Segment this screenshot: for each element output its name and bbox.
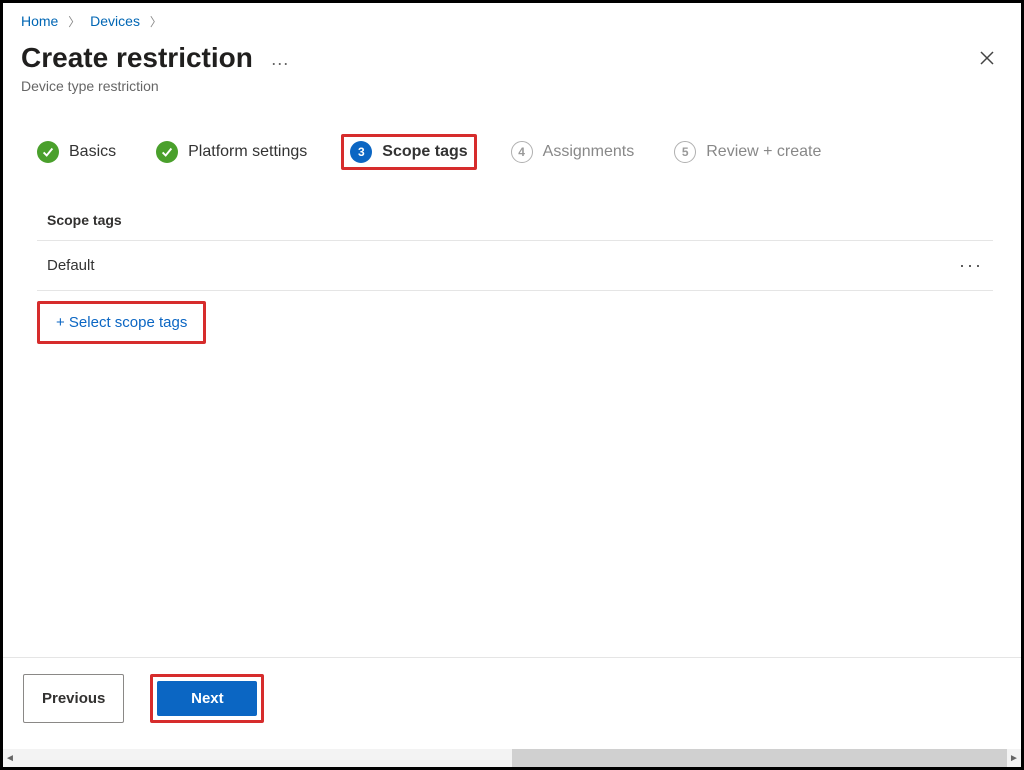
scroll-left-arrow-icon[interactable]: ◄ (3, 749, 17, 767)
scrollbar-thumb[interactable] (512, 749, 1007, 767)
step-label: Review + create (706, 143, 821, 161)
scope-tag-name: Default (47, 257, 95, 274)
step-number-icon: 4 (511, 141, 533, 163)
step-platform-settings[interactable]: Platform settings (150, 137, 313, 167)
check-icon (37, 141, 59, 163)
chevron-right-icon: 〉 (150, 15, 162, 29)
step-label: Platform settings (188, 143, 307, 161)
horizontal-scrollbar[interactable]: ◄ ► (3, 749, 1021, 767)
breadcrumb-devices[interactable]: Devices (90, 13, 140, 29)
wizard-stepper: Basics Platform settings 3 Scope tags 4 … (3, 94, 1021, 188)
next-button[interactable]: Next (157, 681, 257, 716)
step-scope-tags[interactable]: 3 Scope tags (341, 134, 476, 170)
scope-tag-row-default: Default ··· (37, 241, 993, 291)
page-title: Create restriction (21, 42, 253, 74)
step-basics[interactable]: Basics (31, 137, 122, 167)
close-icon[interactable] (971, 42, 1003, 78)
chevron-right-icon: 〉 (68, 15, 80, 29)
step-review-create[interactable]: 5 Review + create (668, 137, 827, 167)
step-label: Scope tags (382, 143, 467, 161)
select-scope-tags-link[interactable]: + Select scope tags (37, 301, 206, 344)
wizard-footer: Previous Next (3, 657, 1021, 739)
step-label: Basics (69, 143, 116, 161)
step-number-icon: 5 (674, 141, 696, 163)
step-assignments[interactable]: 4 Assignments (505, 137, 641, 167)
step-label: Assignments (543, 143, 635, 161)
previous-button[interactable]: Previous (23, 674, 124, 723)
row-context-menu-icon[interactable]: ··· (959, 255, 983, 276)
scope-tags-heading: Scope tags (37, 202, 993, 241)
step-number-icon: 3 (350, 141, 372, 163)
scroll-right-arrow-icon[interactable]: ► (1007, 749, 1021, 767)
check-icon (156, 141, 178, 163)
breadcrumb-home[interactable]: Home (21, 13, 58, 29)
breadcrumb: Home 〉 Devices 〉 (3, 3, 1021, 36)
page-subtitle: Device type restriction (21, 78, 289, 94)
more-options-icon[interactable]: ··· (271, 53, 289, 74)
